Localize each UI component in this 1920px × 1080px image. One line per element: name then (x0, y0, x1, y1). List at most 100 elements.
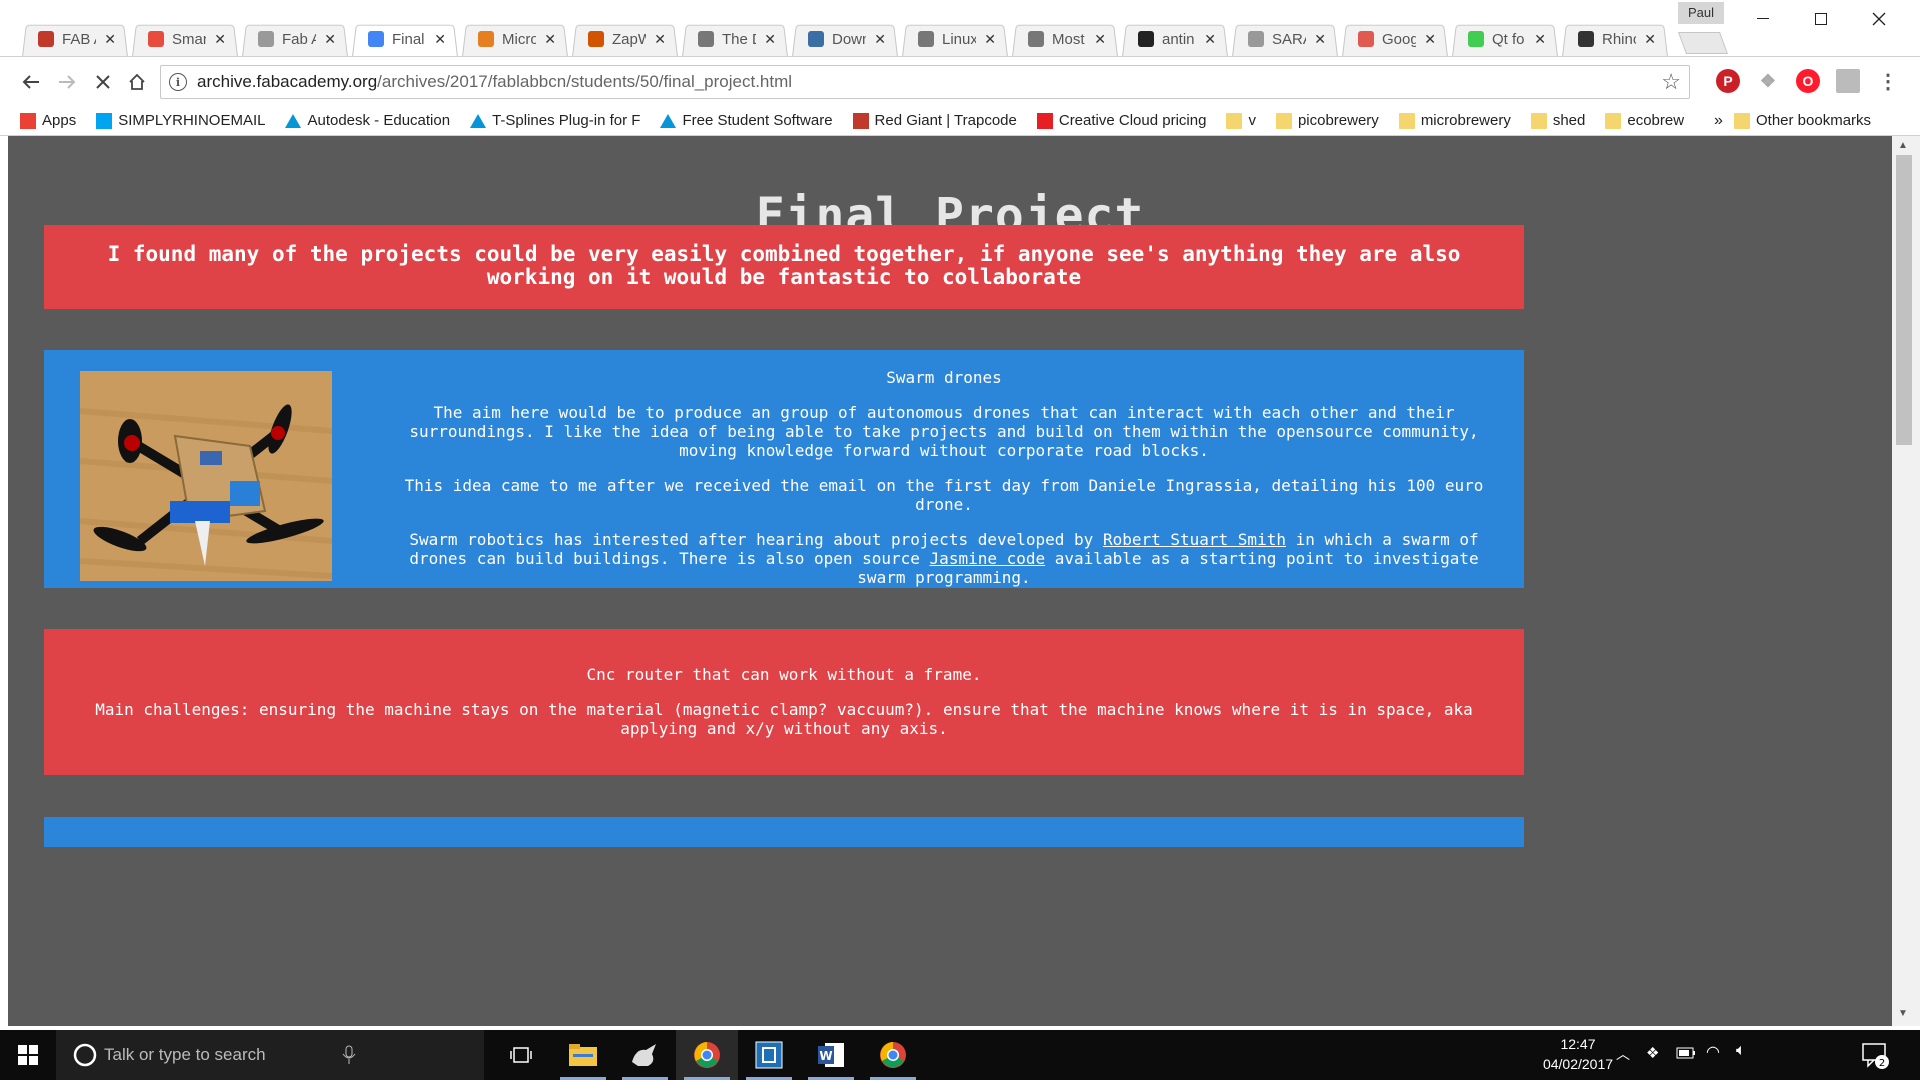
tab-close-icon[interactable]: ✕ (1534, 31, 1546, 48)
bookmark-star-icon[interactable]: ☆ (1661, 69, 1681, 95)
tab-title: Linux (942, 30, 976, 48)
scroll-up-arrow-icon[interactable]: ▲ (1898, 140, 1908, 151)
battery-icon[interactable] (1676, 1046, 1696, 1064)
browser-tab[interactable]: Final ✕ (350, 22, 460, 56)
bookmark-item[interactable]: Autodesk - Education (285, 112, 450, 129)
browser-tab[interactable]: Fab A ✕ (240, 22, 350, 56)
tab-close-icon[interactable]: ✕ (1644, 31, 1656, 48)
scrollbar-thumb[interactable] (1896, 155, 1912, 445)
tab-favicon-icon (478, 31, 494, 47)
tab-title: Rhino (1602, 30, 1636, 48)
browser-tab[interactable]: Smar ✕ (130, 22, 240, 56)
bookmark-item[interactable]: picobrewery (1275, 112, 1379, 129)
forward-button[interactable] (54, 69, 80, 95)
tab-close-icon[interactable]: ✕ (104, 31, 116, 48)
browser-tab[interactable]: The D ✕ (680, 22, 790, 56)
browser-tab[interactable]: SARA ✕ (1230, 22, 1340, 56)
tab-close-icon[interactable]: ✕ (434, 31, 446, 48)
start-button[interactable] (0, 1030, 56, 1080)
bookmark-item[interactable]: Free Student Software (660, 112, 833, 129)
task-view-button[interactable] (490, 1030, 552, 1080)
tab-title: Qt fo (1492, 30, 1525, 48)
browser-tab[interactable]: Linux ✕ (900, 22, 1010, 56)
browser-tab[interactable]: Most ✕ (1010, 22, 1120, 56)
bookmarks-overflow-chevron[interactable]: » (1714, 112, 1723, 130)
cnc-router-section: Cnc router that can work without a frame… (44, 629, 1524, 775)
stop-button[interactable] (90, 69, 116, 95)
bookmark-item[interactable]: v (1226, 112, 1256, 129)
tab-close-icon[interactable]: ✕ (1204, 31, 1216, 48)
tab-title: antin (1162, 30, 1195, 48)
chrome-app-button[interactable] (676, 1030, 738, 1080)
back-button[interactable] (18, 69, 44, 95)
scroll-down-arrow-icon[interactable]: ▼ (1898, 1008, 1908, 1019)
word-app-button[interactable]: W (800, 1030, 862, 1080)
swarm-drones-text: Swarm drones The aim here would be to pr… (364, 368, 1524, 603)
home-button[interactable] (124, 69, 150, 95)
rhino-app-button[interactable] (614, 1030, 676, 1080)
cortana-search-box[interactable]: Talk or type to search (56, 1030, 484, 1080)
paragraph: The aim here would be to produce an grou… (409, 403, 1479, 460)
browser-tab[interactable]: ZapW ✕ (570, 22, 680, 56)
action-center-button[interactable]: 2 (1860, 1040, 1890, 1070)
tab-close-icon[interactable]: ✕ (654, 31, 666, 48)
dropbox-tray-icon[interactable]: ❖ (1646, 1044, 1659, 1062)
tab-favicon-icon (1248, 31, 1264, 47)
browser-tab[interactable]: Goog ✕ (1340, 22, 1450, 56)
bookmark-item[interactable]: microbrewery (1398, 112, 1511, 129)
browser-tab[interactable]: Down ✕ (790, 22, 900, 56)
tab-favicon-icon (38, 31, 54, 47)
paragraph: This idea came to me after we received t… (404, 476, 1484, 514)
swarm-drones-section: Swarm drones The aim here would be to pr… (44, 350, 1524, 588)
store-app-button[interactable] (738, 1030, 800, 1080)
bookmark-item[interactable]: Creative Cloud pricing (1036, 112, 1206, 129)
opera-icon[interactable]: O (1796, 69, 1820, 93)
tab-close-icon[interactable]: ✕ (1314, 31, 1326, 48)
chrome-second-window-button[interactable] (862, 1030, 924, 1080)
pinterest-icon[interactable]: P (1716, 69, 1740, 93)
menu-icon[interactable]: ⋮ (1876, 69, 1900, 93)
tab-close-icon[interactable]: ✕ (1424, 31, 1436, 48)
system-clock[interactable]: 12:47 04/02/2017 (1530, 1034, 1626, 1074)
wifi-icon[interactable]: ◠ (1706, 1042, 1720, 1062)
new-tab-button[interactable] (1677, 32, 1729, 54)
tab-close-icon[interactable]: ✕ (1094, 31, 1106, 48)
browser-tab[interactable]: FAB A ✕ (20, 22, 130, 56)
other-bookmarks[interactable]: Other bookmarks (1734, 112, 1871, 129)
robert-stuart-smith-link[interactable]: Robert Stuart Smith (1103, 530, 1286, 549)
jasmine-code-link[interactable]: Jasmine code (930, 549, 1046, 568)
forward-arrow-icon (59, 75, 76, 89)
folder-icon (1226, 112, 1243, 129)
bookmark-item[interactable]: Red Giant | Trapcode (852, 112, 1017, 129)
tab-close-icon[interactable]: ✕ (544, 31, 556, 48)
file-explorer-button[interactable] (552, 1030, 614, 1080)
windows-logo-icon (18, 1045, 38, 1065)
tab-close-icon[interactable]: ✕ (874, 31, 886, 48)
bookmark-item[interactable]: SIMPLYRHINOEMAIL (96, 112, 265, 129)
redgiant-icon (852, 112, 869, 129)
paragraph: Main challenges: ensuring the machine st… (95, 700, 1473, 738)
browser-tab[interactable]: Micro ✕ (460, 22, 570, 56)
url-text[interactable]: archive.fabacademy.org/archives/2017/fab… (197, 72, 792, 92)
extension-icon[interactable] (1836, 69, 1860, 93)
site-info-icon[interactable]: i (169, 73, 187, 91)
browser-tab[interactable]: Qt fo ✕ (1450, 22, 1560, 56)
browser-tab[interactable]: antin ✕ (1120, 22, 1230, 56)
volume-icon[interactable]: 🔈︎ (1736, 1042, 1746, 1060)
tab-close-icon[interactable]: ✕ (984, 31, 996, 48)
bookmark-item[interactable]: T-Splines Plug-in for F (470, 112, 640, 129)
dropbox-icon[interactable]: ❖ (1756, 69, 1780, 93)
tab-close-icon[interactable]: ✕ (764, 31, 776, 48)
address-bar[interactable]: i archive.fabacademy.org/archives/2017/f… (160, 65, 1690, 99)
bookmark-item[interactable]: shed (1530, 112, 1585, 129)
maximize-button[interactable] (1792, 0, 1850, 38)
bookmark-item[interactable]: Apps (20, 112, 76, 129)
profile-badge[interactable]: Paul (1678, 2, 1724, 24)
close-window-button[interactable] (1850, 0, 1908, 38)
tab-close-icon[interactable]: ✕ (214, 31, 226, 48)
tab-close-icon[interactable]: ✕ (324, 31, 336, 48)
browser-tab[interactable]: Rhino ✕ (1560, 22, 1670, 56)
bookmark-item[interactable]: ecobrew (1605, 112, 1684, 129)
folder-icon (1605, 112, 1622, 129)
minimize-button[interactable] (1734, 0, 1792, 38)
